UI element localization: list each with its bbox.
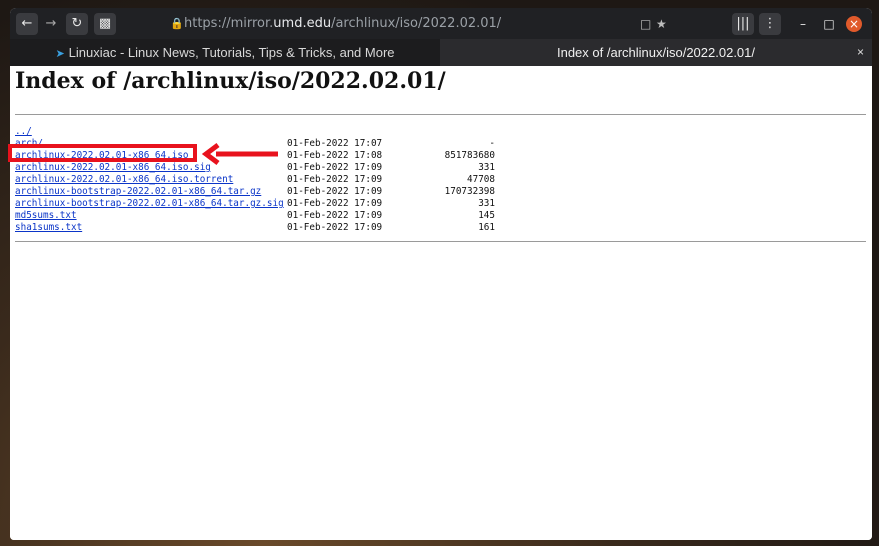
file-date: 01-Feb-2022 17:07 — [287, 138, 383, 149]
file-size: 47708 — [467, 174, 495, 185]
library-icon[interactable]: ||| — [732, 13, 754, 35]
file-date: 01-Feb-2022 17:09 — [287, 198, 383, 209]
tab-linuxiac[interactable]: ➤ Linuxiac - Linux News, Tutorials, Tips … — [10, 39, 440, 66]
url-prefix: https://mirror. — [184, 16, 274, 31]
file-size: - — [489, 138, 495, 149]
file-date: 01-Feb-2022 17:09 — [287, 210, 383, 221]
browser-window: ← → ↻ ▩ 🔒https://mirror.umd.edu/archlinu… — [10, 8, 872, 540]
file-size: 331 — [478, 198, 495, 209]
browser-toolbar: ← → ↻ ▩ 🔒https://mirror.umd.edu/archlinu… — [10, 8, 872, 39]
list-item: md5sums.txt 01-Feb-2022 17:09 145 — [15, 210, 495, 222]
back-arrow-icon[interactable]: ← — [16, 13, 38, 35]
forward-arrow-icon[interactable]: → — [40, 13, 62, 35]
bottom-divider — [15, 241, 866, 242]
page-title: Index of /archlinux/iso/2022.02.01/ — [15, 68, 446, 94]
file-date: 01-Feb-2022 17:09 — [287, 174, 383, 185]
file-date: 01-Feb-2022 17:08 — [287, 150, 383, 161]
file-link[interactable]: sha1sums.txt — [15, 222, 82, 234]
file-link[interactable]: archlinux-2022.02.01-x86_64.iso.torrent — [15, 174, 233, 186]
list-item: ../ — [15, 126, 495, 138]
page-content: Index of /archlinux/iso/2022.02.01/ ../ … — [10, 66, 872, 540]
maximize-button[interactable]: □ — [818, 13, 840, 35]
file-link[interactable]: archlinux-2022.02.01-x86_64.iso.sig — [15, 162, 211, 174]
url-host: umd.edu — [273, 16, 332, 31]
list-item: archlinux-2022.02.01-x86_64.iso.torrent 0… — [15, 174, 495, 186]
list-item: sha1sums.txt 01-Feb-2022 17:09 161 — [15, 222, 495, 234]
container-icon[interactable]: ▩ — [94, 13, 116, 35]
file-size: 170732398 — [444, 186, 495, 197]
reader-view-icon[interactable]: □ — [640, 15, 651, 33]
file-date: 01-Feb-2022 17:09 — [287, 162, 383, 173]
file-size: 851783680 — [444, 150, 495, 161]
tab-index[interactable]: Index of /archlinux/iso/2022.02.01/ × — [440, 39, 872, 66]
menu-dots-icon[interactable]: ⋮ — [759, 13, 781, 35]
file-link[interactable]: md5sums.txt — [15, 210, 77, 222]
file-size: 331 — [478, 162, 495, 173]
list-item: archlinux-bootstrap-2022.02.01-x86_64.ta… — [15, 186, 495, 198]
file-link-parent[interactable]: ../ — [15, 126, 32, 138]
file-date: 01-Feb-2022 17:09 — [287, 222, 383, 233]
list-item: archlinux-bootstrap-2022.02.01-x86_64.ta… — [15, 198, 495, 210]
tab-title: Linuxiac - Linux News, Tutorials, Tips &… — [68, 45, 395, 60]
tab-title: Index of /archlinux/iso/2022.02.01/ — [556, 45, 756, 60]
tab-bar: ➤ Linuxiac - Linux News, Tutorials, Tips … — [10, 39, 872, 66]
file-link[interactable]: archlinux-bootstrap-2022.02.01-x86_64.ta… — [15, 198, 284, 210]
red-arrow-icon — [202, 143, 278, 165]
linuxiac-favicon-icon: ➤ — [55, 48, 65, 60]
lock-icon: 🔒 — [170, 17, 184, 30]
highlight-box — [8, 144, 197, 162]
close-window-button[interactable]: × — [846, 16, 862, 32]
url-path: /archlinux/iso/2022.02.01/ — [331, 16, 502, 31]
file-date: 01-Feb-2022 17:09 — [287, 186, 383, 197]
star-icon[interactable]: ★ — [656, 15, 667, 33]
minimize-button[interactable]: – — [792, 13, 814, 35]
url-bar[interactable]: 🔒https://mirror.umd.edu/archlinux/iso/20… — [170, 14, 680, 34]
file-size: 145 — [478, 210, 495, 221]
file-link[interactable]: archlinux-bootstrap-2022.02.01-x86_64.ta… — [15, 186, 261, 198]
file-size: 161 — [478, 222, 495, 233]
close-tab-icon[interactable]: × — [857, 39, 864, 66]
top-divider — [15, 114, 866, 115]
reload-icon[interactable]: ↻ — [66, 13, 88, 35]
